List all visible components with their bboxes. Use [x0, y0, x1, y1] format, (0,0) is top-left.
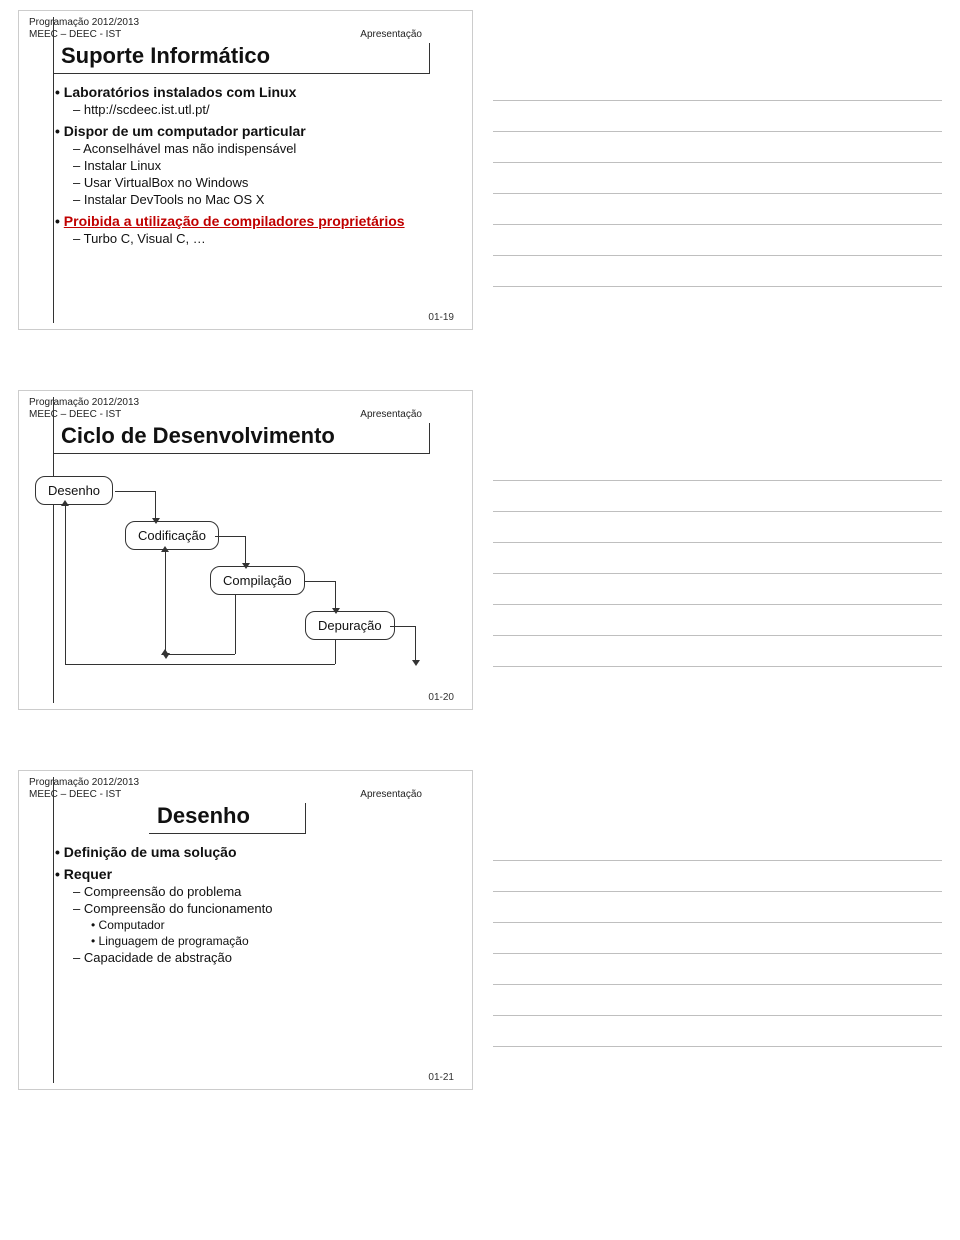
sub-bullet: Compreensão do funcionamento [73, 901, 462, 916]
connector [115, 491, 155, 492]
slide-title: Ciclo de Desenvolvimento [53, 423, 430, 454]
slide-1: Programação 2012/2013 MEEC – DEEC - IST … [18, 10, 473, 330]
course-line: Programação 2012/2013 [29, 777, 462, 789]
slide-2: Programação 2012/2013 MEEC – DEEC - IST … [18, 390, 473, 710]
bullet-emphasis: • Proibida a utilização de compiladores … [55, 213, 462, 229]
arrow-down-icon [245, 536, 246, 564]
slide-3: Programação 2012/2013 MEEC – DEEC - IST … [18, 770, 473, 1090]
section-label: Apresentação [360, 409, 422, 421]
arrow-down-icon [335, 581, 336, 609]
slide-content: Definição de uma solução Requer Compreen… [55, 844, 462, 965]
page-number: 01-19 [428, 312, 454, 323]
page-number: 01-20 [428, 692, 454, 703]
sub-bullet: Compreensão do problema [73, 884, 462, 899]
arrow-down-icon [415, 626, 416, 661]
connector [65, 664, 335, 665]
sub-sub-bullet: Linguagem de programação [91, 934, 462, 948]
sub-bullet: Usar VirtualBox no Windows [73, 175, 462, 190]
sub-bullet: Instalar DevTools no Mac OS X [73, 192, 462, 207]
section-label: Apresentação [360, 29, 422, 41]
connector [165, 654, 235, 655]
notes-lines [493, 390, 942, 667]
dept-line: MEEC – DEEC - IST [29, 789, 121, 801]
flow-box-codificacao: Codificação [125, 521, 219, 550]
flow-box-depuracao: Depuração [305, 611, 395, 640]
vertical-rule [53, 777, 54, 1083]
connector [235, 594, 236, 654]
sub-bullet: Turbo C, Visual C, … [73, 231, 462, 246]
slide-title: Suporte Informático [53, 43, 430, 74]
bullet: Requer [55, 866, 462, 882]
dept-line: MEEC – DEEC - IST [29, 409, 121, 421]
title-box: Desenho [149, 803, 409, 834]
section-label: Apresentação [360, 789, 422, 801]
vertical-rule [53, 17, 54, 323]
connector [305, 581, 335, 582]
sub-sub-bullet: Computador [91, 918, 462, 932]
slide-content: Laboratórios instalados com Linux http:/… [55, 84, 462, 246]
bullet: Definição de uma solução [55, 844, 462, 860]
sub-bullet: Capacidade de abstração [73, 950, 462, 965]
course-line: Programação 2012/2013 [29, 397, 462, 409]
course-line: Programação 2012/2013 [29, 17, 462, 29]
arrow-up-icon [161, 546, 169, 552]
sub-bullet: http://scdeec.ist.utl.pt/ [73, 102, 462, 117]
connector [215, 536, 245, 537]
connector [335, 639, 336, 664]
flow-box-compilacao: Compilação [210, 566, 305, 595]
sub-bullet: Aconselhável mas não indispensável [73, 141, 462, 156]
bullet: Dispor de um computador particular [55, 123, 462, 139]
title-box: Suporte Informático [53, 43, 433, 74]
dept-line: MEEC – DEEC - IST [29, 29, 121, 41]
notes-lines [493, 10, 942, 287]
arrow-up-icon [61, 500, 69, 506]
bullet: Laboratórios instalados com Linux [55, 84, 462, 100]
title-box: Ciclo de Desenvolvimento [53, 423, 433, 454]
arrow-down-icon [155, 491, 156, 519]
page-number: 01-21 [428, 1072, 454, 1083]
connector [65, 504, 66, 664]
notes-lines [493, 770, 942, 1047]
flowchart: Desenho Codificação Compilação Depuração [35, 466, 462, 676]
connector [390, 626, 415, 627]
flow-box-desenho: Desenho [35, 476, 113, 505]
slide-title: Desenho [149, 803, 306, 834]
sub-bullet: Instalar Linux [73, 158, 462, 173]
connector [165, 550, 166, 654]
